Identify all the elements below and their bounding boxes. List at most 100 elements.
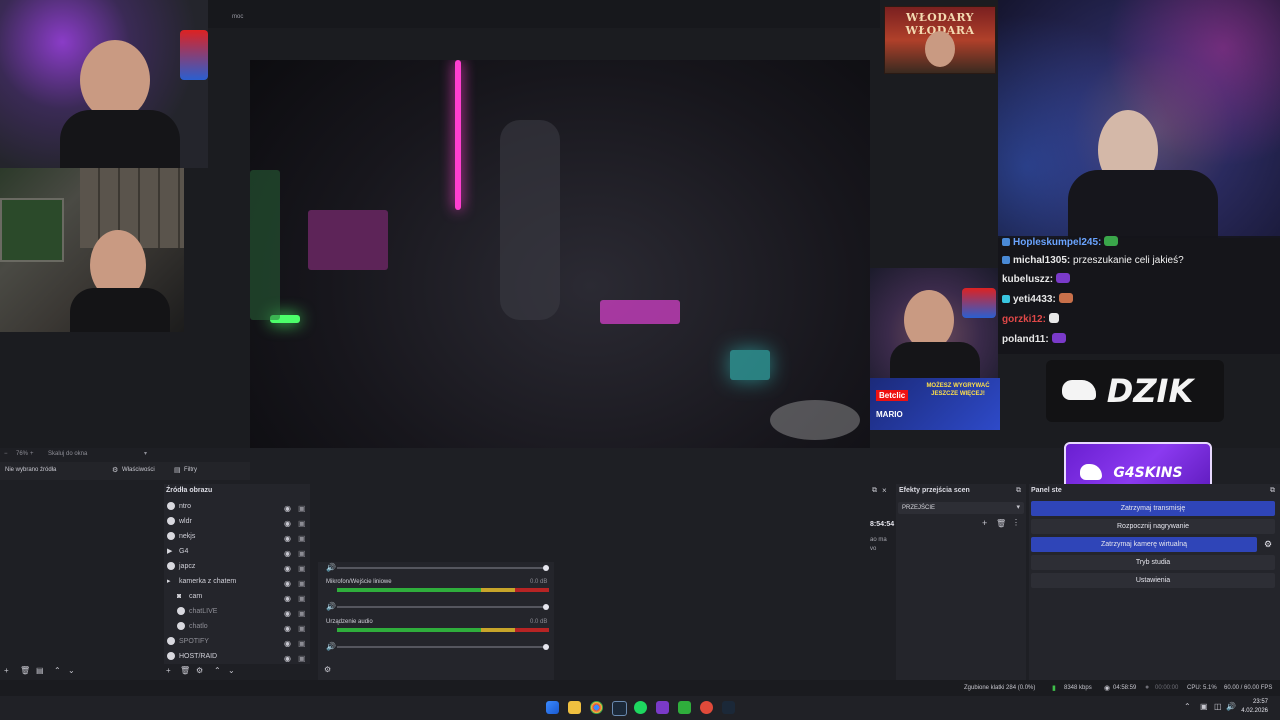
close-icon[interactable]: × bbox=[882, 486, 887, 495]
zoom-level[interactable]: 76% bbox=[16, 451, 28, 457]
add-icon[interactable]: + bbox=[166, 666, 171, 675]
chrome-icon[interactable] bbox=[590, 701, 603, 714]
globe-icon bbox=[167, 502, 175, 510]
source-label: cam bbox=[189, 593, 203, 600]
slider-knob[interactable] bbox=[543, 604, 549, 610]
add-icon[interactable]: + bbox=[982, 518, 987, 528]
kick-icon[interactable] bbox=[678, 701, 691, 714]
chevron-down-icon[interactable]: ▾ bbox=[144, 450, 147, 457]
sources-footer: + 🗑 ⚙ ⌃ ⌄ bbox=[166, 666, 310, 678]
source-label: chatLIVE bbox=[189, 608, 218, 615]
visibility-eye-icon[interactable]: ◉ bbox=[284, 651, 291, 666]
source-item[interactable]: ntro ◉ ▣ bbox=[166, 499, 310, 514]
clock-time: 23:57 bbox=[1252, 699, 1268, 705]
transition-select[interactable]: PRZEJŚCIE ▾ bbox=[898, 502, 1024, 514]
file-explorer-icon[interactable] bbox=[568, 701, 581, 714]
zoom-plus-icon[interactable]: + bbox=[30, 451, 34, 457]
filter-icon[interactable]: ▤ bbox=[174, 466, 181, 474]
globe-icon bbox=[177, 607, 185, 615]
network-icon[interactable]: ◫ bbox=[1214, 702, 1222, 711]
trash-icon[interactable]: 🗑 bbox=[20, 666, 30, 675]
webcam-streamer-1 bbox=[0, 0, 208, 168]
chat-message: michal1305: przeszukanie celi jakieś? bbox=[1002, 252, 1184, 270]
poster-overlay: WŁODARY WŁODARA bbox=[884, 6, 996, 74]
control-button[interactable]: Ustawienia bbox=[1031, 573, 1275, 588]
volume-slider[interactable] bbox=[337, 565, 549, 571]
control-button[interactable]: Zatrzymaj kamerę wirtualną bbox=[1031, 537, 1257, 552]
move-up-icon[interactable]: ⌃ bbox=[214, 666, 221, 675]
audio-level-meter bbox=[337, 628, 549, 632]
source-item[interactable]: chatlo ◉ ▣ bbox=[176, 619, 320, 634]
globe-icon bbox=[177, 622, 185, 630]
volume-icon[interactable]: 🔊 bbox=[1226, 702, 1236, 711]
menu-fragment[interactable]: moc bbox=[232, 14, 243, 20]
mixer-settings-icon[interactable]: ⚙ bbox=[324, 665, 331, 674]
obs-icon[interactable] bbox=[656, 701, 669, 714]
tray-clock[interactable]: 23:57 4.02.2026 bbox=[1241, 698, 1268, 716]
source-item[interactable]: HOST/RAID ◉ ▣ bbox=[166, 649, 310, 664]
speaker-icon[interactable]: 🔊 bbox=[326, 563, 336, 572]
scenes-footer: + 🗑 ▤ ⌃ ⌄ bbox=[4, 666, 164, 678]
gear-icon[interactable]: ⚙ bbox=[196, 666, 203, 675]
zoom-option[interactable]: Skaluj do okna bbox=[48, 451, 87, 457]
emote-icon bbox=[1056, 273, 1071, 283]
windows-start-icon[interactable] bbox=[546, 701, 559, 714]
slider-knob[interactable] bbox=[543, 644, 549, 650]
dock-float-icon[interactable]: ⧉ bbox=[1016, 487, 1021, 495]
tray-app-icon[interactable]: ▣ bbox=[1200, 702, 1208, 711]
dock-float-icon[interactable]: ⧉ bbox=[1270, 487, 1275, 495]
spotify-icon[interactable] bbox=[634, 701, 647, 714]
cpu-usage: CPU: 5.1% bbox=[1187, 685, 1217, 691]
source-item[interactable]: SPOTIFY ◉ ▣ bbox=[166, 634, 310, 649]
source-item[interactable]: nekjs ◉ ▣ bbox=[166, 529, 310, 544]
globe-icon bbox=[167, 562, 175, 570]
source-item[interactable]: ▸ kamerka z chatem ◉ ▣ bbox=[166, 574, 310, 589]
betclic-name: MARIO bbox=[876, 410, 903, 419]
filters-button[interactable]: Filtry bbox=[184, 467, 197, 473]
steam-icon[interactable] bbox=[612, 701, 627, 716]
source-item[interactable]: wldr ◉ ▣ bbox=[166, 514, 310, 529]
control-button[interactable]: Rozpocznij nagrywanie bbox=[1031, 519, 1275, 534]
minus-icon[interactable]: − bbox=[4, 451, 8, 457]
chat-username: gorzki12: bbox=[1002, 314, 1046, 325]
source-label: chatlo bbox=[189, 623, 208, 630]
chat-username: michal1305: bbox=[1013, 255, 1071, 266]
source-item[interactable]: chatLIVE ◉ ▣ bbox=[176, 604, 320, 619]
volume-slider[interactable] bbox=[337, 644, 549, 650]
source-item[interactable]: japcz ◉ ▣ bbox=[166, 559, 310, 574]
partial-text: vo bbox=[870, 546, 877, 552]
source-toolbar: Nie wybrano źródła ⚙ Właściwości ▤ Filtr… bbox=[0, 462, 250, 480]
chat-message: poland11: bbox=[1002, 331, 1066, 349]
mixer-channel-label: Mikrofon/Wejście liniowe bbox=[326, 579, 392, 585]
speaker-icon[interactable]: 🔊 bbox=[326, 642, 336, 651]
folder-icon: ▸ bbox=[167, 578, 171, 585]
app-icon[interactable] bbox=[700, 701, 713, 714]
volume-slider[interactable] bbox=[337, 604, 549, 610]
source-item[interactable]: ◙ cam ◉ ▣ bbox=[176, 589, 320, 604]
broadcast-icon: ◉ bbox=[1104, 685, 1111, 692]
sources-title: Źródła obrazu bbox=[166, 487, 213, 494]
properties-button[interactable]: Właściwości bbox=[122, 467, 155, 473]
source-item[interactable]: ▶ G4 ◉ ▣ bbox=[166, 544, 310, 559]
gear-icon[interactable]: ⚙ bbox=[112, 466, 118, 474]
trash-icon[interactable]: 🗑 bbox=[180, 666, 190, 675]
chevron-up-icon[interactable]: ⌃ bbox=[1184, 702, 1191, 711]
control-button[interactable]: Zatrzymaj transmisję bbox=[1031, 501, 1275, 516]
slider-knob[interactable] bbox=[543, 565, 549, 571]
source-label: SPOTIFY bbox=[179, 638, 209, 645]
control-button[interactable]: Tryb studia bbox=[1031, 555, 1275, 570]
more-icon[interactable]: ⋮ bbox=[1012, 518, 1020, 527]
move-down-icon[interactable]: ⌄ bbox=[228, 666, 235, 675]
globe-icon bbox=[167, 517, 175, 525]
add-scene-icon[interactable]: + bbox=[4, 666, 9, 675]
speaker-icon[interactable]: 🔊 bbox=[326, 602, 336, 611]
move-down-icon[interactable]: ⌄ bbox=[68, 666, 75, 675]
steam-icon[interactable] bbox=[722, 701, 735, 714]
dock-float-icon[interactable]: ⧉ bbox=[872, 487, 877, 495]
scene-filter-icon[interactable]: ▤ bbox=[36, 666, 44, 675]
network-icon: ▮ bbox=[1052, 685, 1056, 692]
lock-icon[interactable]: ▣ bbox=[298, 651, 306, 666]
move-up-icon[interactable]: ⌃ bbox=[54, 666, 61, 675]
trash-icon[interactable]: 🗑 bbox=[996, 519, 1006, 528]
gear-icon[interactable]: ⚙ bbox=[1264, 539, 1272, 550]
